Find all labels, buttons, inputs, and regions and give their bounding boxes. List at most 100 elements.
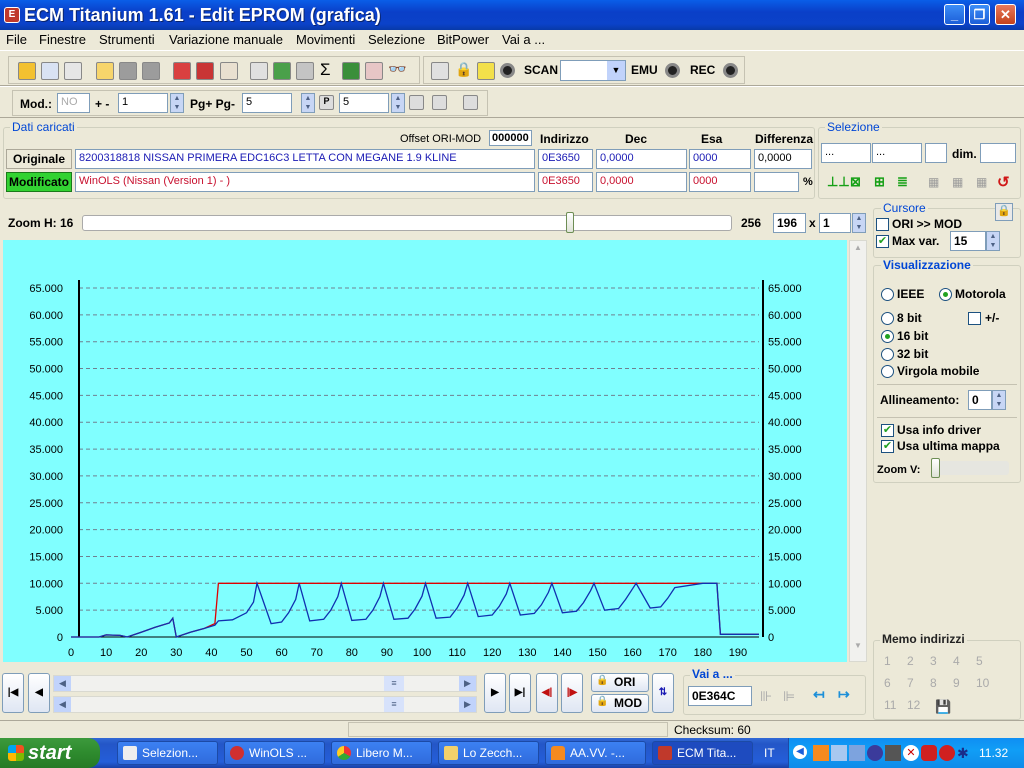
- allineamento-field[interactable]: 0: [968, 390, 992, 410]
- selezione-len[interactable]: [925, 143, 947, 163]
- task-libero[interactable]: Libero M...: [331, 741, 432, 765]
- scroll-thumb[interactable]: ≡: [384, 697, 404, 712]
- plusminus-spinner[interactable]: ▲ ▼: [170, 93, 184, 113]
- dim-field[interactable]: [980, 143, 1016, 163]
- next-page-button[interactable]: ▶: [484, 673, 506, 713]
- plusminus-field[interactable]: 1: [118, 93, 168, 113]
- 32bit-radio[interactable]: [881, 348, 894, 361]
- chart-vscroll[interactable]: ▲ ▼: [849, 240, 867, 662]
- memo-save-icon[interactable]: 💾: [935, 699, 951, 715]
- memo-slot[interactable]: 11: [884, 698, 896, 712]
- language-indicator[interactable]: IT: [764, 746, 775, 760]
- zoom-w-field[interactable]: 196: [773, 213, 806, 233]
- run-icon[interactable]: [477, 62, 495, 80]
- chevron-down-icon[interactable]: ▼: [607, 61, 625, 80]
- zoom-v-slider-thumb[interactable]: [931, 458, 940, 478]
- menu-selezione[interactable]: Selezione: [368, 32, 425, 47]
- rec-button[interactable]: [723, 63, 738, 78]
- last-page-button[interactable]: ▶|: [509, 673, 531, 713]
- minimize-button[interactable]: _: [944, 4, 965, 25]
- save-icon[interactable]: [119, 62, 137, 80]
- pg-field[interactable]: 5: [242, 93, 292, 113]
- chip-icon[interactable]: [273, 62, 291, 80]
- prev-diff-button[interactable]: ◀|: [536, 673, 558, 713]
- home-icon[interactable]: [18, 62, 36, 80]
- selezione-end[interactable]: ...: [872, 143, 922, 163]
- chart-panel[interactable]: 0 0 5.000 5.000 10.000 10.000 15.000 15.000 20.0…: [3, 240, 847, 662]
- windows-icon[interactable]: [41, 62, 59, 80]
- pg-spinner[interactable]: ▲ ▼: [301, 93, 315, 113]
- select-all-icon[interactable]: ≣: [897, 174, 908, 190]
- shield-icon[interactable]: [939, 745, 955, 761]
- maxvar-spinner[interactable]: ▲ ▼: [986, 231, 1000, 251]
- menu-movimenti[interactable]: Movimenti: [296, 32, 355, 47]
- goto-table-icon[interactable]: ⊪: [760, 688, 772, 705]
- record-dot-icon[interactable]: [500, 63, 515, 78]
- maxvar-checkbox[interactable]: ✔: [876, 235, 889, 248]
- swap-button[interactable]: ⇅: [652, 673, 674, 713]
- edit-icon[interactable]: [296, 62, 314, 80]
- antivirus-icon[interactable]: [921, 745, 937, 761]
- p-field[interactable]: 5: [339, 93, 389, 113]
- memo-slot[interactable]: 12: [907, 698, 920, 712]
- memo-slot[interactable]: 6: [884, 676, 891, 690]
- m-icon[interactable]: [409, 95, 424, 110]
- task-ecm[interactable]: ECM Tita...: [652, 741, 753, 765]
- app-icon[interactable]: E: [4, 7, 20, 23]
- scroll-right-icon[interactable]: ▶: [459, 676, 476, 691]
- tray-expand-icon[interactable]: ◀: [793, 745, 807, 759]
- memo-slot[interactable]: 7: [907, 676, 914, 690]
- mod-hscroll[interactable]: ◀ ≡ ▶: [53, 696, 477, 713]
- first-page-button[interactable]: |◀: [2, 673, 24, 713]
- scroll-left-icon[interactable]: ◀: [54, 697, 71, 712]
- zoom-v-slider-track[interactable]: [931, 461, 1009, 475]
- task-winols[interactable]: WinOLS ...: [224, 741, 325, 765]
- save-as-icon[interactable]: [142, 62, 160, 80]
- p-icon[interactable]: P: [319, 95, 334, 110]
- task-vlc[interactable]: AA.VV. -...: [545, 741, 646, 765]
- prev-page-button[interactable]: ◀: [28, 673, 50, 713]
- scroll-up-icon[interactable]: ▲: [851, 243, 865, 259]
- bluetooth-icon[interactable]: ✱: [957, 745, 973, 761]
- memo-next-icon[interactable]: ↦: [838, 686, 850, 703]
- mm-icon[interactable]: [432, 95, 447, 110]
- zoom-h-slider-track[interactable]: [82, 215, 732, 231]
- menu-strumenti[interactable]: Strumenti: [99, 32, 155, 47]
- next-diff-button[interactable]: |▶: [561, 673, 583, 713]
- memo-slot[interactable]: 8: [930, 676, 937, 690]
- ori-hscroll[interactable]: ◀ ≡ ▶: [53, 675, 477, 692]
- memo-slot[interactable]: 3: [930, 654, 937, 668]
- ieee-radio[interactable]: [881, 288, 894, 301]
- sum-icon[interactable]: Σ: [320, 60, 331, 80]
- select-mark-icon[interactable]: ⊠: [850, 174, 861, 190]
- scan-select[interactable]: ▼: [560, 60, 626, 81]
- 8bit-radio[interactable]: [881, 312, 894, 325]
- reset-icon[interactable]: ↺: [997, 173, 1010, 191]
- p-spinner[interactable]: ▲ ▼: [391, 93, 405, 113]
- copy-icon[interactable]: [64, 62, 82, 80]
- allineamento-spinner[interactable]: ▲ ▼: [992, 390, 1006, 410]
- network-icon[interactable]: [831, 745, 847, 761]
- copy-selection-icon[interactable]: ▦: [928, 175, 939, 189]
- menu-file[interactable]: File: [6, 32, 27, 47]
- no-entry-icon[interactable]: ✕: [903, 745, 919, 761]
- memo-slot[interactable]: 1: [884, 654, 891, 668]
- zoom-h-spinner[interactable]: ▲ ▼: [852, 213, 866, 233]
- memo-slot[interactable]: 10: [976, 676, 989, 690]
- vai-address-field[interactable]: 0E364C: [688, 686, 752, 706]
- scroll-left-icon[interactable]: ◀: [54, 676, 71, 691]
- virgola-radio[interactable]: [881, 365, 894, 378]
- zoom-h-slider-thumb[interactable]: [565, 212, 574, 233]
- scroll-right-icon[interactable]: ▶: [459, 697, 476, 712]
- menu-vai-a[interactable]: Vai a ...: [502, 32, 545, 47]
- 16bit-radio[interactable]: [881, 330, 894, 343]
- menu-finestre[interactable]: Finestre: [39, 32, 86, 47]
- mod-field[interactable]: NO: [57, 93, 90, 113]
- scroll-down-icon[interactable]: ▼: [851, 641, 865, 657]
- goto-table2-icon[interactable]: ⊫: [783, 688, 795, 705]
- modificato-button[interactable]: Modificato: [6, 172, 72, 192]
- task-selezione[interactable]: Selezion...: [117, 741, 218, 765]
- gear-icon[interactable]: [885, 745, 901, 761]
- zoom-h-field[interactable]: 1: [819, 213, 851, 233]
- memo-slot[interactable]: 2: [907, 654, 914, 668]
